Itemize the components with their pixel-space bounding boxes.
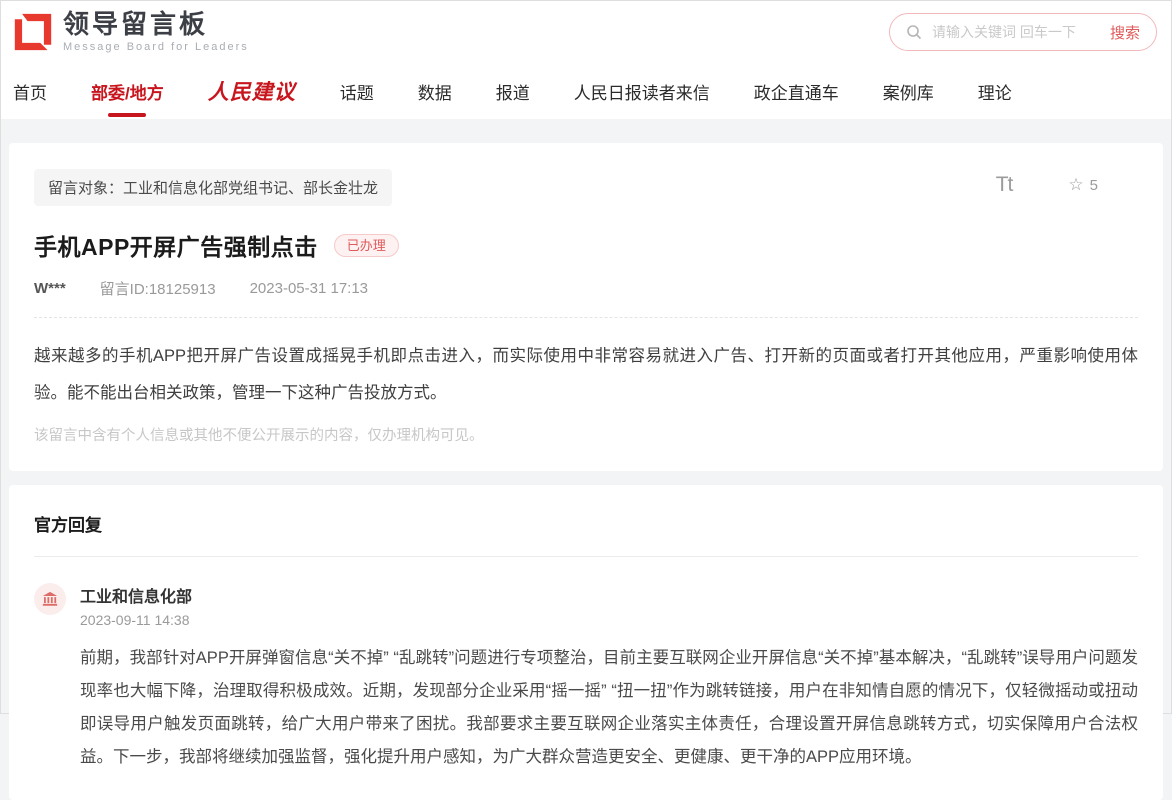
nav-item-home[interactable]: 首页 (13, 79, 47, 104)
logo-icon (13, 12, 53, 52)
government-building-icon (41, 590, 59, 608)
message-title: 手机APP开屏广告强制点击 (34, 228, 318, 262)
message-body: 越来越多的手机APP把开屏广告设置成摇晃手机即点击进入，而实际使用中非常容易就进… (34, 338, 1138, 412)
nav-item-topics[interactable]: 话题 (340, 79, 374, 104)
privacy-note: 该留言中含有个人信息或其他不便公开展示的内容，仅办理机构可见。 (34, 424, 1138, 445)
message-tools: Tt ☆ 5 (996, 173, 1138, 197)
search-button[interactable]: 搜索 (1110, 22, 1140, 43)
page-content: 留言对象：工业和信息化部党组书记、部长金壮龙 Tt ☆ 5 手机APP开屏广告强… (1, 119, 1171, 800)
message-card: 留言对象：工业和信息化部党组书记、部长金壮龙 Tt ☆ 5 手机APP开屏广告强… (9, 143, 1163, 471)
favorite-control[interactable]: ☆ 5 (1068, 175, 1098, 195)
reply-agency-name: 工业和信息化部 (80, 583, 1138, 607)
font-size-toggle[interactable]: Tt (996, 173, 1013, 197)
star-icon: ☆ (1068, 175, 1083, 195)
logo-title: 领导留言板 (63, 11, 249, 38)
site-logo[interactable]: 领导留言板 Message Board for Leaders (13, 11, 249, 52)
nav-item-case-library[interactable]: 案例库 (883, 79, 934, 104)
search-icon (906, 24, 922, 40)
top-header: 领导留言板 Message Board for Leaders 搜索 (1, 1, 1171, 63)
search-input[interactable] (932, 24, 1100, 40)
reply-timestamp: 2023-09-11 14:38 (80, 612, 1138, 628)
logo-subtitle: Message Board for Leaders (63, 41, 249, 53)
status-badge: 已办理 (334, 234, 399, 257)
message-meta: W*** 留言ID:18125913 2023-05-31 17:13 (34, 278, 1138, 318)
nav-item-theory[interactable]: 理论 (978, 79, 1012, 104)
nav-item-data[interactable]: 数据 (418, 79, 452, 104)
message-timestamp: 2023-05-31 17:13 (250, 280, 368, 297)
nav-item-reader-letters[interactable]: 人民日报读者来信 (574, 79, 710, 104)
official-reply-card: 官方回复 工业和信息化部 2023-09-11 14:38 前期 (9, 485, 1163, 800)
nav-item-gov-enterprise[interactable]: 政企直通车 (754, 79, 839, 104)
nav-item-people-suggestions[interactable]: 人民建议 (208, 76, 296, 106)
reply-body: 前期，我部针对APP开屏弹窗信息“关不掉” “乱跳转”问题进行专项整治，目前主要… (80, 642, 1138, 774)
nav-item-reports[interactable]: 报道 (496, 79, 530, 104)
nav-item-ministries-regions[interactable]: 部委/地方 (91, 79, 164, 104)
search-bar[interactable]: 搜索 (889, 13, 1157, 51)
reply-section-title: 官方回复 (34, 511, 1138, 557)
message-id: 留言ID:18125913 (100, 278, 216, 299)
reply-item: 工业和信息化部 2023-09-11 14:38 前期，我部针对APP开屏弹窗信… (34, 583, 1138, 774)
star-count: 5 (1090, 177, 1098, 194)
agency-avatar (34, 583, 66, 615)
logo-text: 领导留言板 Message Board for Leaders (63, 11, 249, 52)
message-target-tag: 留言对象：工业和信息化部党组书记、部长金壮龙 (34, 169, 392, 206)
message-author: W*** (34, 280, 66, 297)
main-nav: 首页 部委/地方 人民建议 话题 数据 报道 人民日报读者来信 政企直通车 案例… (1, 63, 1171, 119)
